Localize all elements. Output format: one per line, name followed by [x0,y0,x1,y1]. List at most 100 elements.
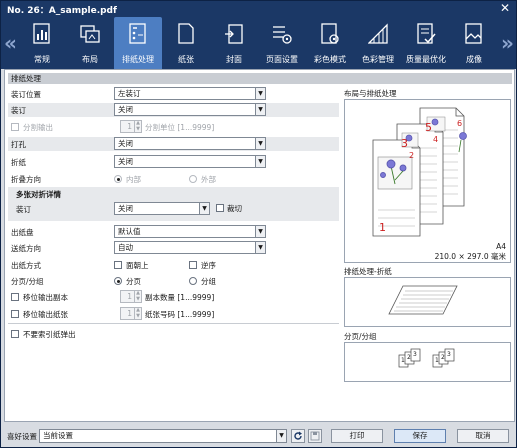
tab-label: 常规 [34,55,50,64]
sort-digit: 1 [435,357,439,364]
tab-label: 封面 [226,55,242,64]
save-button[interactable]: 保存 [394,429,446,443]
tab-layout[interactable]: 布局 [66,17,114,69]
sort-radio[interactable] [114,277,122,285]
quality-icon [417,23,436,44]
no-index-tab-checkbox[interactable] [11,330,19,338]
window-title: No. 26：A_sample.pdf [7,6,117,16]
print-settings-window: No. 26：A_sample.pdf ✕ « » 常规 布局 排纸处理 纸张 … [0,0,517,448]
offset-copies-value: 1 [127,292,132,301]
multi-staple-select[interactable]: 关闭 ▼ [114,202,210,215]
sort-group-row: 分页/分组 分页 分组 [8,274,339,288]
reverse-order-checkbox[interactable] [189,261,197,269]
fold-inside-radio[interactable] [114,175,122,183]
refresh-button[interactable] [291,429,305,443]
staple-label: 装订 [11,106,26,115]
feed-direction-select[interactable]: 自动 ▼ [114,241,266,254]
offset-sheets-value: 1 [127,309,132,318]
chevron-down-icon: ▼ [255,156,265,167]
layout-preview-box: 1 2 3 4 5 6 A4 210.0 × 297.0 毫米 [344,99,511,263]
no-index-tab-row: 不要索引纸弹出 [8,327,339,341]
split-output-spinner[interactable]: 1 ▲ ▼ [120,120,142,133]
sort-digit: 2 [407,354,411,361]
split-output-row: 分割输出 1 ▲ ▼ 分割单位 [1...9999] [8,120,339,134]
output-tray-label: 出纸盘 [11,228,34,237]
save-favorite-button[interactable] [308,429,322,443]
tab-label: 布局 [82,55,98,64]
offset-copies-spinner[interactable]: 1 ▲ ▼ [120,290,142,303]
offset-sheets-unit: 纸张号码 [1...9999] [145,310,215,319]
offset-sheets-spinner[interactable]: 1 ▲ ▼ [120,307,142,320]
footer-bar: 喜好设置 当前设置 ▼ 打印 保存 取消 [1,424,516,447]
tab-quality[interactable]: 质量最优化 [402,17,450,69]
fold-select[interactable]: 关闭 ▼ [114,155,266,168]
chevron-down-icon: ▼ [255,88,265,99]
tab-label: 彩色模式 [314,55,346,64]
refresh-icon [294,431,302,440]
sort-label: 分页 [126,277,141,286]
tab-imaging[interactable]: 成像 [450,17,498,69]
split-output-unit: 分割单位 [1...9999] [145,123,215,132]
page-number: 4 [433,135,439,144]
output-tray-select[interactable]: 默认值 ▼ [114,225,266,238]
offset-sheets-checkbox[interactable] [11,310,19,318]
color-mode-icon [321,23,339,44]
tab-label: 成像 [466,55,482,64]
punch-select[interactable]: 关闭 ▼ [114,137,266,150]
multi-staple-label: 装订 [16,205,31,214]
tab-color-management[interactable]: 色彩管理 [354,17,402,69]
fold-illustration [388,285,458,315]
split-output-label: 分割输出 [23,123,53,132]
tab-general[interactable]: 常规 [18,17,66,69]
layout-icon [80,25,100,43]
binding-position-select[interactable]: 左装订 ▼ [114,87,266,100]
split-output-checkbox[interactable] [11,123,19,131]
fold-preview-box [344,277,511,327]
fold-outside-label: 外部 [201,175,216,184]
group-radio[interactable] [189,277,197,285]
favorite-select[interactable]: 当前设置 ▼ [39,429,287,443]
spinner-arrows-icon: ▲ ▼ [134,290,141,302]
staple-select[interactable]: 关闭 ▼ [114,103,266,116]
tab-prev-button[interactable]: « [4,31,17,55]
staple-row: 装订 关闭 ▼ [8,103,339,117]
section-header: 排纸处理 [8,73,512,84]
offset-copies-checkbox[interactable] [11,293,19,301]
floppy-icon [310,431,320,441]
binding-position-row: 装订位置 左装订 ▼ [8,87,339,101]
punch-value: 关闭 [118,139,133,148]
face-up-checkbox[interactable] [114,261,122,269]
trim-label: 裁切 [227,204,242,213]
binding-position-value: 左装订 [118,89,141,98]
fold-inside-label: 内部 [126,175,141,184]
sort-digit: 3 [413,351,417,358]
split-output-value: 1 [127,122,132,131]
tab-finishing[interactable]: 排纸处理 [114,17,162,71]
offset-copies-label: 移位输出副本 [23,293,68,302]
fold-preview-title: 排纸处理-折纸 [344,267,392,276]
offset-sheets-row: 移位输出纸张 1 ▲ ▼ 纸张号码 [1...9999] [8,307,339,321]
chevron-down-icon: ▼ [276,430,286,442]
output-tray-row: 出纸盘 默认值 ▼ [8,225,339,239]
sort-digit: 3 [447,351,451,358]
tab-paper[interactable]: 纸张 [162,17,210,69]
multi-staple-value: 关闭 [118,204,133,213]
finishing-icon [129,23,146,44]
print-button[interactable]: 打印 [331,429,383,443]
close-icon[interactable]: ✕ [500,1,510,15]
offset-copies-unit: 副本数量 [1...9999] [145,293,215,302]
paper-icon [178,23,194,44]
cancel-button[interactable]: 取消 [457,429,509,443]
tab-page-setup[interactable]: 页面设置 [258,17,306,69]
paper-size: A4 [496,242,506,251]
tab-cover[interactable]: 封面 [210,17,258,69]
no-index-tab-label: 不要索引纸弹出 [23,330,76,339]
binding-position-label: 装订位置 [11,90,41,99]
tab-color-mode[interactable]: 彩色模式 [306,17,354,69]
trim-checkbox[interactable] [216,204,224,212]
offset-copies-row: 移位输出副本 1 ▲ ▼ 副本数量 [1...9999] [8,290,339,304]
sort-digit: 1 [401,357,405,364]
fold-outside-radio[interactable] [189,175,197,183]
tab-next-button[interactable]: » [501,31,514,55]
page-number: 5 [425,121,432,134]
